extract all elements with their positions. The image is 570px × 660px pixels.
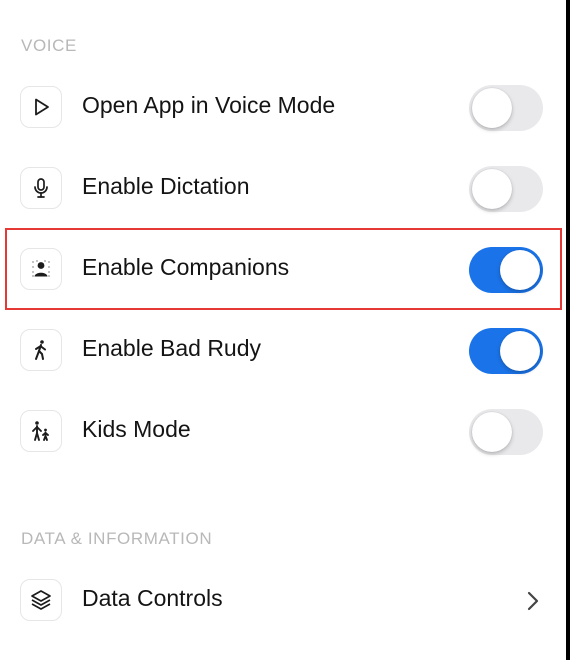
setting-row-enable-bad-rudy[interactable]: Enable Bad Rudy xyxy=(0,311,566,392)
walking-person-icon xyxy=(20,329,62,371)
setting-row-enable-dictation[interactable]: Enable Dictation xyxy=(0,149,566,230)
section-header-voice: VOICE xyxy=(21,36,77,55)
enable-dictation-toggle[interactable] xyxy=(469,166,543,212)
setting-label: Enable Bad Rudy xyxy=(82,335,262,361)
play-icon xyxy=(20,86,62,128)
setting-label: Enable Dictation xyxy=(82,173,250,199)
setting-label: Kids Mode xyxy=(82,416,191,442)
window-edge xyxy=(566,0,570,660)
setting-label: Open App in Voice Mode xyxy=(82,92,336,118)
layers-icon xyxy=(20,579,62,621)
setting-row-kids-mode[interactable]: Kids Mode xyxy=(0,392,566,473)
parent-child-icon xyxy=(20,410,62,452)
chevron-right-icon xyxy=(527,591,539,611)
enable-bad-rudy-toggle[interactable] xyxy=(469,328,543,374)
section-header-data-information: DATA & INFORMATION xyxy=(21,529,213,548)
open-app-voice-mode-toggle[interactable] xyxy=(469,85,543,131)
microphone-icon xyxy=(20,167,62,209)
highlight-box xyxy=(5,228,562,310)
kids-mode-toggle[interactable] xyxy=(469,409,543,455)
setting-row-data-controls[interactable]: Data Controls xyxy=(0,561,566,642)
setting-label: Data Controls xyxy=(82,585,223,611)
setting-row-open-app-voice-mode[interactable]: Open App in Voice Mode xyxy=(0,68,566,149)
